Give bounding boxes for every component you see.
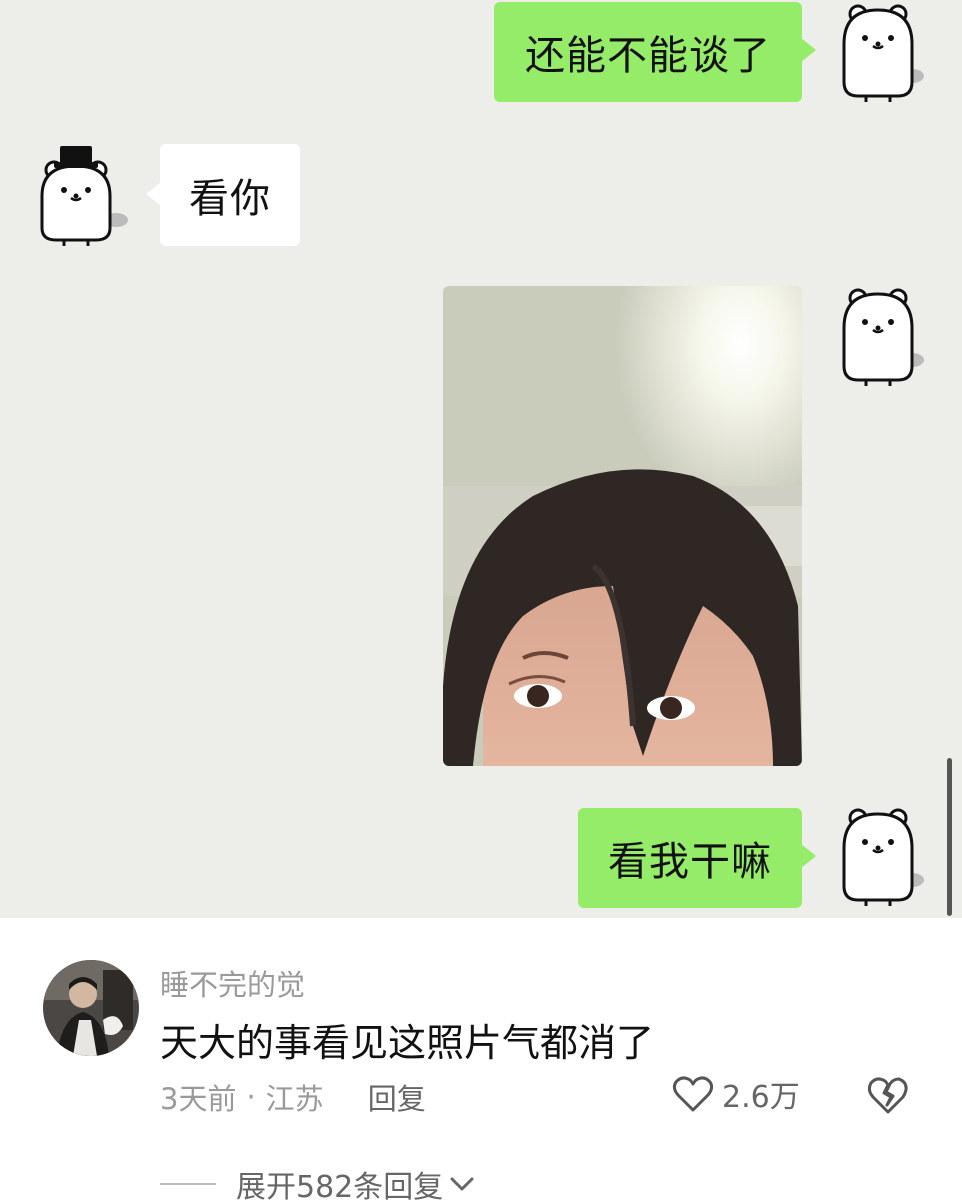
comment-meta: 3天前 · 江苏 回复 xyxy=(160,1076,426,1118)
like-button[interactable]: 2.6万 xyxy=(672,1072,800,1116)
comment-location: 江苏 xyxy=(265,1082,324,1116)
dislike-button[interactable] xyxy=(866,1074,910,1116)
comment-username[interactable]: 睡不完的觉 xyxy=(160,962,305,1004)
bear-avatar-with-hat[interactable] xyxy=(36,140,132,250)
comment-item: 睡不完的觉 天大的事看见这照片气都消了 3天前 · 江苏 回复 2.6万 展开5… xyxy=(0,918,962,1200)
message-bubble-received[interactable]: 看你 xyxy=(146,144,300,246)
broken-heart-icon xyxy=(866,1074,910,1116)
comment-text: 天大的事看见这照片气都消了 xyxy=(160,1021,655,1065)
chevron-down-icon xyxy=(443,1172,477,1196)
bear-avatar-self[interactable] xyxy=(832,284,928,394)
expand-replies-label: 展开582条回复 xyxy=(236,1170,444,1200)
message-text: 看我干嘛 xyxy=(608,839,772,885)
expand-replies-button[interactable]: 展开582条回复 xyxy=(160,1162,477,1200)
selfie-photo-message[interactable] xyxy=(443,286,802,766)
commenter-avatar[interactable] xyxy=(43,960,139,1056)
chat-screenshot: 还能不能谈了 看你 看我干嘛 xyxy=(0,0,962,918)
like-count: 2.6万 xyxy=(722,1080,800,1115)
scrollbar[interactable] xyxy=(947,758,952,916)
message-text: 还能不能谈了 xyxy=(525,33,771,79)
bear-avatar-self[interactable] xyxy=(832,0,928,110)
message-bubble-sent[interactable]: 还能不能谈了 xyxy=(494,2,816,102)
message-bubble-sent[interactable]: 看我干嘛 xyxy=(578,808,816,908)
divider-line xyxy=(160,1183,216,1185)
meta-separator: · xyxy=(246,1080,256,1114)
message-text: 看你 xyxy=(189,176,271,222)
bear-avatar-self[interactable] xyxy=(832,804,928,914)
comment-time: 3天前 xyxy=(160,1082,237,1116)
heart-outline-icon xyxy=(672,1074,714,1114)
reply-button[interactable]: 回复 xyxy=(368,1076,426,1118)
